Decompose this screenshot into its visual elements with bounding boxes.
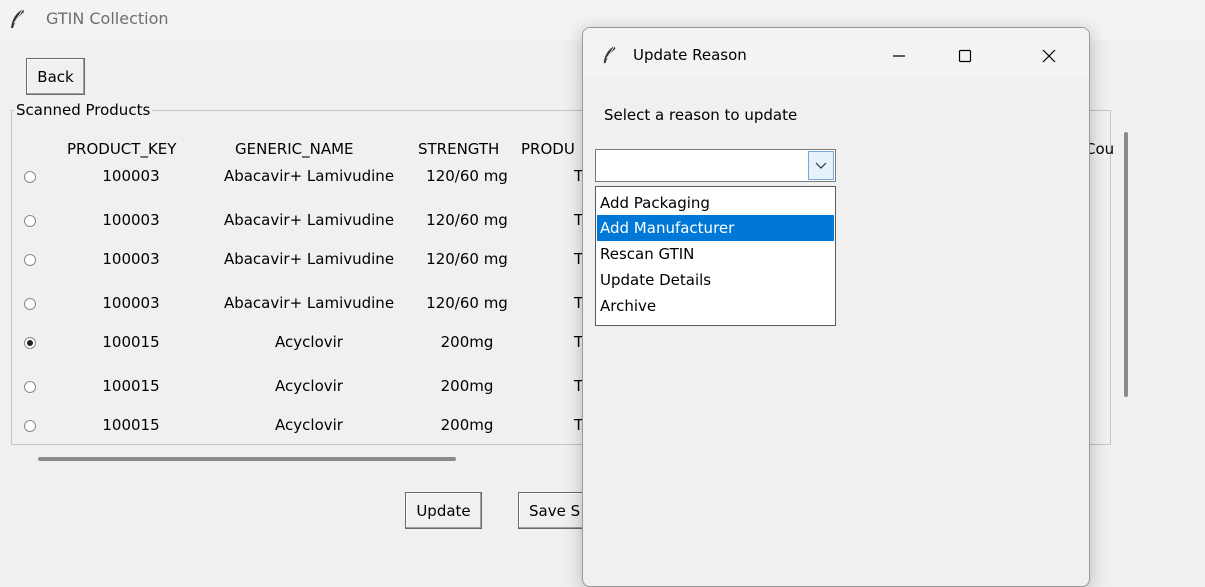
reason-option-add-packaging[interactable]: Add Packaging xyxy=(597,190,834,216)
dialog-titlebar[interactable]: Update Reason xyxy=(583,28,1089,78)
reason-option-update-details[interactable]: Update Details xyxy=(597,267,834,293)
product-key-cell: 100003 xyxy=(102,167,160,185)
strength-cell: 120/60 mg xyxy=(426,167,508,185)
generic-name-cell: Abacavir+ Lamivudine xyxy=(223,294,395,312)
vertical-scrollbar[interactable] xyxy=(1124,132,1128,397)
generic-name-cell: Abacavir+ Lamivudine xyxy=(223,211,395,229)
product-key-cell: 100003 xyxy=(102,250,160,268)
reason-option-archive[interactable]: Archive xyxy=(597,293,834,319)
close-icon xyxy=(1042,49,1056,63)
product-key-cell: 100003 xyxy=(102,294,160,312)
product-key-cell: 100003 xyxy=(102,211,160,229)
strength-cell: 200mg xyxy=(440,377,494,395)
feather-icon xyxy=(603,45,616,64)
combobox-dropdown-button[interactable] xyxy=(808,151,834,180)
product-key-cell: 100015 xyxy=(102,416,160,434)
chevron-down-icon xyxy=(815,162,827,169)
maximize-icon xyxy=(958,49,972,63)
generic-name-cell: Abacavir+ Lamivudine xyxy=(223,167,395,185)
row-select-radio[interactable] xyxy=(24,171,36,183)
reason-dropdown-list: Add Packaging Add Manufacturer Rescan GT… xyxy=(595,186,836,326)
row-select-radio[interactable] xyxy=(24,337,36,349)
strength-cell: 200mg xyxy=(440,416,494,434)
generic-name-cell: Acyclovir xyxy=(275,416,343,434)
generic-name-cell: Acyclovir xyxy=(275,377,343,395)
reason-combobox[interactable] xyxy=(595,149,836,182)
row-select-radio[interactable] xyxy=(24,420,36,432)
dialog-title: Update Reason xyxy=(633,46,747,64)
strength-cell: 120/60 mg xyxy=(426,250,508,268)
generic-name-cell: Acyclovir xyxy=(275,333,343,351)
update-reason-dialog: Update Reason Select a reason to update … xyxy=(582,27,1090,587)
reason-option-add-manufacturer[interactable]: Add Manufacturer xyxy=(597,215,834,241)
product-key-cell: 100015 xyxy=(102,377,160,395)
dialog-prompt: Select a reason to update xyxy=(604,106,798,124)
strength-cell: 120/60 mg xyxy=(426,294,508,312)
reason-option-rescan-gtin[interactable]: Rescan GTIN xyxy=(597,241,834,267)
row-select-radio[interactable] xyxy=(24,298,36,310)
minimize-icon xyxy=(893,55,905,57)
product-key-cell: 100015 xyxy=(102,333,160,351)
strength-cell: 120/60 mg xyxy=(426,211,508,229)
horizontal-scrollbar[interactable] xyxy=(38,457,456,461)
update-button[interactable]: Update xyxy=(405,492,482,529)
row-select-radio[interactable] xyxy=(24,215,36,227)
minimize-button[interactable] xyxy=(876,41,922,71)
row-select-radio[interactable] xyxy=(24,381,36,393)
row-select-radio[interactable] xyxy=(24,254,36,266)
generic-name-cell: Abacavir+ Lamivudine xyxy=(223,250,395,268)
maximize-button[interactable] xyxy=(942,41,988,71)
strength-cell: 200mg xyxy=(440,333,494,351)
close-button[interactable] xyxy=(1026,41,1072,71)
